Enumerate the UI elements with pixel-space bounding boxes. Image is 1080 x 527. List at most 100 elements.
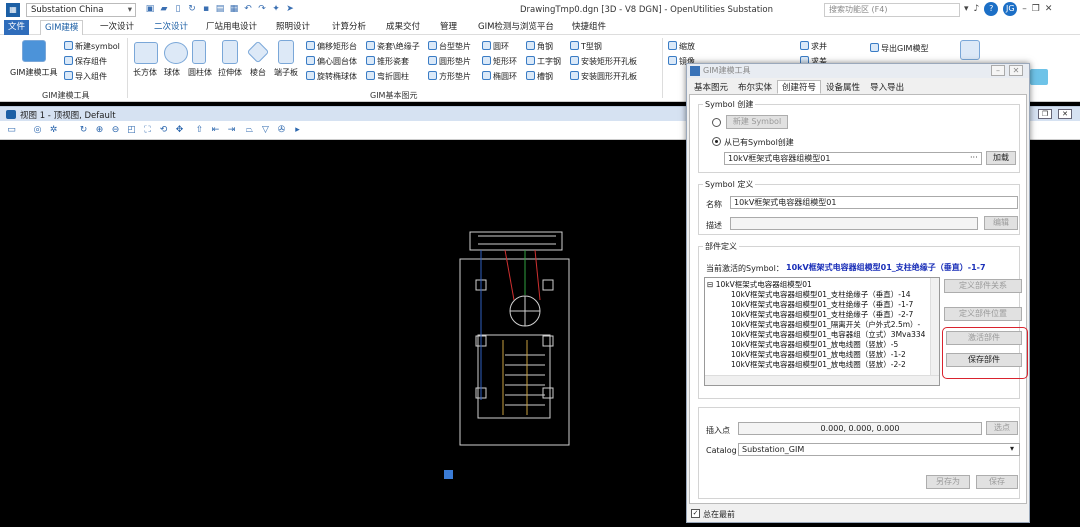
sphere-button[interactable]: 球体	[164, 67, 180, 78]
update-icon[interactable]: ↻	[78, 125, 89, 136]
tab-primary-design[interactable]: 一次设计	[96, 20, 138, 35]
dropdown-icon[interactable]: ▾	[964, 4, 969, 14]
sphere-icon[interactable]	[164, 42, 188, 64]
tab-manage[interactable]: 管理	[436, 20, 461, 35]
parts-tree[interactable]: ⊟ 10kV框架式电容器组模型01 10kV框架式电容器组模型01_支柱绝缘子（…	[704, 277, 940, 386]
offset-rect-button[interactable]: 偏移矩形台	[306, 41, 357, 52]
always-on-top-checkbox[interactable]: ✓	[691, 509, 700, 518]
frustum-button[interactable]: 棱台	[250, 67, 266, 78]
extrude-icon[interactable]	[222, 40, 238, 64]
undo-icon[interactable]: ↶	[242, 3, 254, 16]
new-symbol-radio[interactable]	[712, 118, 721, 127]
rect-plate-button[interactable]: 安装矩形开孔板	[570, 56, 637, 67]
pan-icon[interactable]: ✥	[174, 125, 185, 136]
terminal-board-button[interactable]: 端子板	[274, 67, 298, 78]
panel-widget-icon[interactable]	[1030, 69, 1048, 85]
tab-quick-components[interactable]: 快捷组件	[568, 20, 610, 35]
tab-create-symbol[interactable]: 创建符号	[777, 80, 822, 94]
insert-point-field[interactable]: 0.000, 0.000, 0.000	[738, 422, 982, 435]
sync-icon[interactable]: ↻	[186, 3, 198, 16]
next-view-icon[interactable]: ⇥	[226, 125, 237, 136]
print-icon[interactable]: ▤	[214, 3, 226, 16]
round-washer-button[interactable]: 圆形垫片	[428, 56, 471, 67]
define-relation-button[interactable]: 定义部件关系	[944, 279, 1022, 293]
save-as-button[interactable]: 另存为	[926, 475, 970, 489]
view-close-icon[interactable]: ✕	[1058, 109, 1072, 119]
tree-horizontal-scrollbar[interactable]	[705, 375, 939, 385]
eccentric-cone-button[interactable]: 偏心圆台体	[306, 56, 357, 67]
help-icon[interactable]: ?	[984, 2, 999, 16]
cylinder-icon[interactable]	[192, 40, 206, 64]
new-symbol-button[interactable]: 新建 Symbol	[726, 115, 788, 129]
tab-gim-check[interactable]: GIM检测与浏览平台	[474, 20, 558, 35]
display-style-icon[interactable]: ◎	[32, 125, 43, 136]
description-field[interactable]	[730, 217, 978, 230]
frustum-icon[interactable]	[246, 40, 270, 64]
extrude-button[interactable]: 拉伸体	[218, 67, 242, 78]
scale-button[interactable]: 缩放	[668, 41, 695, 52]
export-gim-button[interactable]: 导出GIM模型	[870, 43, 928, 54]
new-symbol-button[interactable]: 新建symbol	[64, 41, 120, 52]
view-more-icon[interactable]: ▸	[292, 125, 303, 136]
bell-icon[interactable]: ♪	[974, 4, 980, 14]
tab-lighting[interactable]: 照明设计	[272, 20, 314, 35]
tab-gim-modeling[interactable]: GIM建模	[40, 20, 84, 35]
minimize-icon[interactable]: –	[1022, 4, 1027, 14]
cylinder-button[interactable]: 圆柱体	[188, 67, 212, 78]
tab-file[interactable]: 文件	[4, 20, 30, 35]
symbol-name-field[interactable]: 10kV框架式电容器组模型01	[730, 196, 1018, 209]
tab-basic-primitives[interactable]: 基本图元	[689, 80, 733, 94]
ellipsoid-button[interactable]: 旋转椭球体	[306, 71, 357, 82]
channel-steel-button[interactable]: 槽钢	[526, 71, 553, 82]
ellipse-ring-button[interactable]: 椭圆环	[482, 71, 517, 82]
fit-view-icon[interactable]: ⛶	[142, 125, 153, 136]
tab-device-properties[interactable]: 设备属性	[821, 80, 865, 94]
save-all-icon[interactable]: ▦	[228, 3, 240, 16]
redo-icon[interactable]: ↷	[256, 3, 268, 16]
from-existing-radio[interactable]	[712, 137, 721, 146]
union-button[interactable]: 求并	[800, 41, 827, 52]
cuboid-icon[interactable]	[134, 42, 158, 64]
define-position-button[interactable]: 定义部件位置	[944, 307, 1022, 321]
save-icon[interactable]: ▪	[200, 3, 212, 16]
save-button[interactable]: 保存	[976, 475, 1018, 489]
walk-icon[interactable]: ⇧	[194, 125, 205, 136]
stepped-washer-button[interactable]: 台型垫片	[428, 41, 471, 52]
user-avatar[interactable]: JG	[1003, 2, 1018, 16]
app-logo-icon[interactable]: ▦	[6, 3, 20, 17]
new-file-icon[interactable]: ▯	[172, 3, 184, 16]
insulator-button[interactable]: 瓷套\绝缘子	[366, 41, 420, 52]
gim-tool-icon[interactable]	[22, 40, 46, 62]
close-icon[interactable]: ✕	[1045, 4, 1053, 14]
i-beam-button[interactable]: 工字钢	[526, 56, 561, 67]
view-restore-icon[interactable]: ❐	[1038, 109, 1052, 119]
collapse-icon[interactable]: ⊟	[707, 280, 713, 289]
cursor-icon[interactable]: ➤	[284, 3, 296, 16]
clip-mask-icon[interactable]: ▽	[260, 125, 271, 136]
pick-point-button[interactable]: 选点	[986, 421, 1018, 435]
zoom-out-icon[interactable]: ⊖	[110, 125, 121, 136]
gim-tool-button[interactable]: GIM建模工具	[10, 67, 57, 78]
browse-ellipsis-icon[interactable]: ···	[970, 153, 978, 162]
window-area-icon[interactable]: ◰	[126, 125, 137, 136]
load-button[interactable]: 加载	[986, 151, 1016, 165]
cuboid-button[interactable]: 长方体	[133, 67, 157, 78]
terminal-board-icon[interactable]	[278, 40, 294, 64]
tab-station-power[interactable]: 厂站用电设计	[202, 20, 261, 35]
tab-import-export[interactable]: 导入导出	[865, 80, 909, 94]
cone-bushing-button[interactable]: 锥形瓷套	[366, 56, 409, 67]
rect-ring-button[interactable]: 矩形环	[482, 56, 517, 67]
tab-analysis[interactable]: 计算分析	[328, 20, 370, 35]
edit-button[interactable]: 编辑	[984, 216, 1018, 230]
folder-icon[interactable]: ▰	[158, 3, 170, 16]
cube-icon[interactable]	[960, 40, 980, 60]
clip-volume-icon[interactable]: ⏢	[244, 125, 255, 136]
camera-icon[interactable]: ✇	[276, 125, 287, 136]
workset-icon[interactable]: ▣	[144, 3, 156, 16]
rotate-icon[interactable]: ⟲	[158, 125, 169, 136]
bent-cylinder-button[interactable]: 弯折圆柱	[366, 71, 409, 82]
tab-delivery[interactable]: 成果交付	[382, 20, 424, 35]
save-component-button[interactable]: 保存组件	[64, 56, 107, 67]
torus-button[interactable]: 圆环	[482, 41, 509, 52]
tab-boolean-solids[interactable]: 布尔实体	[733, 80, 777, 94]
